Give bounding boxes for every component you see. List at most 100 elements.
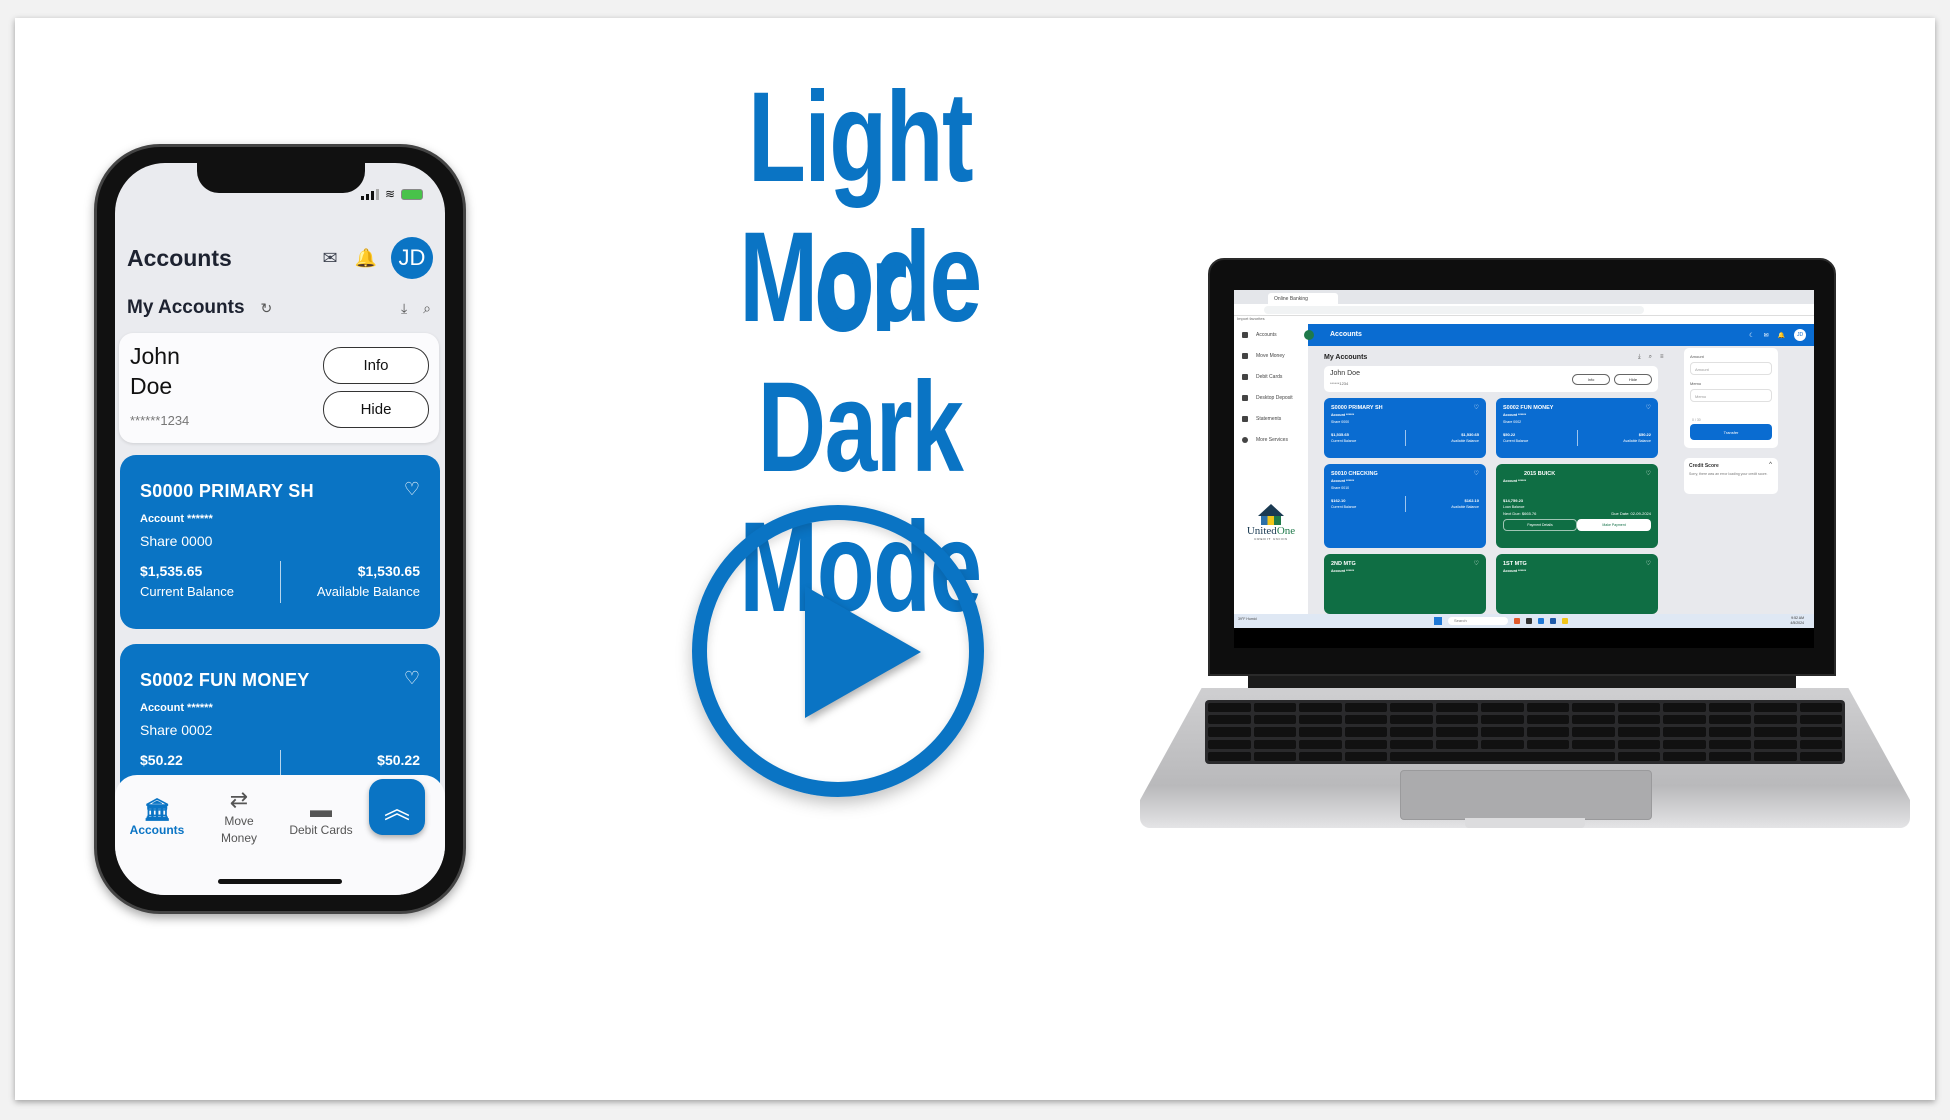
bell-icon[interactable]: 🔔 [355,247,377,269]
sidebar-item-statements[interactable]: Statements [1234,408,1308,429]
address-bar[interactable] [1234,304,1814,316]
keyboard-key [1708,727,1751,737]
keyboard-key [1526,715,1569,725]
current-balance-label: Current Balance [1331,439,1357,443]
heart-icon[interactable]: ♡ [1646,404,1651,411]
account-card[interactable]: S0010 CHECKING ♡ Account ****** Share 00… [1324,464,1486,548]
moon-icon[interactable]: ☾ [1749,332,1754,339]
laptop-sidebar: Accounts Move Money Debit Cards Desktop … [1234,324,1308,614]
current-balance-label: Current Balance [140,584,234,599]
info-button[interactable]: Info [323,347,429,384]
loan-card[interactable]: 2015 BUICK ♡ Account ****** $14,759.23 L… [1496,464,1658,548]
file-explorer-icon[interactable] [1562,618,1568,624]
hide-button[interactable]: Hide [1614,374,1652,385]
current-balance: $1,535.65 [1331,432,1349,437]
keyboard-key [1754,715,1797,725]
available-balance-label: Available Balance [1623,439,1651,443]
memo-input[interactable]: Memo [1690,389,1772,402]
nav-item-move-money[interactable]: ⇄ Move Money [199,787,279,847]
keyboard-key [1799,703,1842,713]
make-payment-button[interactable]: Make Payment [1577,519,1651,531]
nav-label: Move Money [220,814,258,845]
title-or: or [814,216,907,359]
heart-icon[interactable]: ♡ [1474,470,1479,477]
keyboard-key [1299,751,1342,761]
keyboard-key [1208,739,1251,749]
download-icon[interactable]: ⤓ [1638,354,1641,361]
loan-card[interactable]: 2ND MTG ♡ Account ****** [1324,554,1486,614]
chevron-up-icon[interactable]: ^ [1769,462,1772,468]
windows-taskbar: 39°F Humid Search 9:52 AM 4/5/2024 [1234,614,1814,628]
account-card[interactable]: S0002 FUN MONEY ♡ Account ****** Share 0… [1496,398,1658,458]
header-title: Accounts [1330,331,1362,338]
search-icon[interactable]: ⌕ [1649,354,1652,361]
collapse-sidebar-button[interactable] [1304,330,1314,340]
house-icon [1258,504,1284,516]
weather-widget[interactable]: 39°F Humid [1238,617,1257,621]
available-balance: $50.22 [377,752,420,768]
payment-details-button[interactable]: Payment Details [1503,519,1577,531]
divider [280,561,281,603]
sidebar-item-desktop-deposit[interactable]: Desktop Deposit [1234,387,1308,408]
keyboard-key [1572,739,1615,749]
double-chevron-up-icon: ︽ [383,793,410,824]
heart-icon[interactable]: ♡ [404,479,420,500]
laptop-hinge [1248,676,1796,690]
avatar[interactable]: JD [1794,329,1806,341]
account-number: Account ****** [1331,479,1355,483]
bell-icon[interactable]: 🔔 [1778,332,1785,339]
account-card[interactable]: S0000 PRIMARY SH ♡ Account ****** Share … [1324,398,1486,458]
sidebar-item-more-services[interactable]: More Services [1234,429,1308,450]
phone-notch [197,163,365,193]
laptop-screen: Online Banking Import favorites Accounts… [1234,290,1814,648]
memo-label: Memo [1690,381,1702,386]
sidebar-item-debit-cards[interactable]: Debit Cards [1234,366,1308,387]
account-name: S0000 PRIMARY SH [1331,405,1383,411]
my-accounts-header: My Accounts ↻ ⤓ ⌕ [127,291,431,325]
task-view-icon[interactable] [1526,618,1532,624]
copilot-icon[interactable] [1514,618,1520,624]
transfer-button[interactable]: Transfer [1690,424,1772,440]
keyboard-key [1572,703,1615,713]
search-icon[interactable]: ⌕ [423,300,431,317]
amount-input[interactable]: Amount [1690,362,1772,375]
keyboard-key [1253,739,1296,749]
loan-card[interactable]: 1ST MTG ♡ Account ****** [1496,554,1658,614]
refresh-icon[interactable]: ↻ [261,300,273,317]
sidebar-item-accounts[interactable]: Accounts [1234,324,1308,345]
info-button[interactable]: Info [1572,374,1610,385]
heart-icon[interactable]: ♡ [1646,470,1651,477]
available-balance: $50.22 [1638,432,1651,437]
download-icon[interactable]: ⤓ [401,300,407,317]
hide-button[interactable]: Hide [323,391,429,428]
keyboard-key [1299,739,1342,749]
taskbar-clock[interactable]: 9:52 AM 4/5/2024 [1790,616,1804,626]
sidebar-item-move-money[interactable]: Move Money [1234,345,1308,366]
keyboard-key [1799,739,1842,749]
heart-icon[interactable]: ♡ [1646,560,1651,567]
nav-item-debit-cards[interactable]: ▬ Debit Cards [281,797,361,837]
account-card[interactable]: S0000 PRIMARY SH ♡ Account ****** Share … [120,455,440,629]
taskbar-search[interactable]: Search [1448,617,1508,625]
heart-icon[interactable]: ♡ [1474,560,1479,567]
mail-icon[interactable]: ✉ [319,247,341,269]
keyboard-key [1299,727,1342,737]
keyboard-key [1708,751,1751,761]
keyboard-key [1208,751,1251,761]
heart-icon[interactable]: ♡ [404,668,420,689]
nav-item-accounts[interactable]: 🏛 Accounts [117,797,197,837]
edge-icon[interactable] [1538,618,1544,624]
windows-start-icon[interactable] [1434,617,1442,625]
keyboard-key [1253,751,1296,761]
menu-icon[interactable]: ≡ [1660,354,1664,361]
store-icon[interactable] [1550,618,1556,624]
keyboard-key [1708,739,1751,749]
mail-icon[interactable]: ✉ [1763,332,1768,339]
play-button[interactable] [692,505,984,797]
scroll-top-button[interactable]: ︽ [369,779,425,835]
heart-icon[interactable]: ♡ [1474,404,1479,411]
favorites-bar[interactable]: Import favorites [1234,316,1814,324]
sidebar-label: Desktop Deposit [1256,394,1293,401]
masked-member-number: ******1234 [130,413,190,428]
avatar[interactable]: JD [391,237,433,279]
